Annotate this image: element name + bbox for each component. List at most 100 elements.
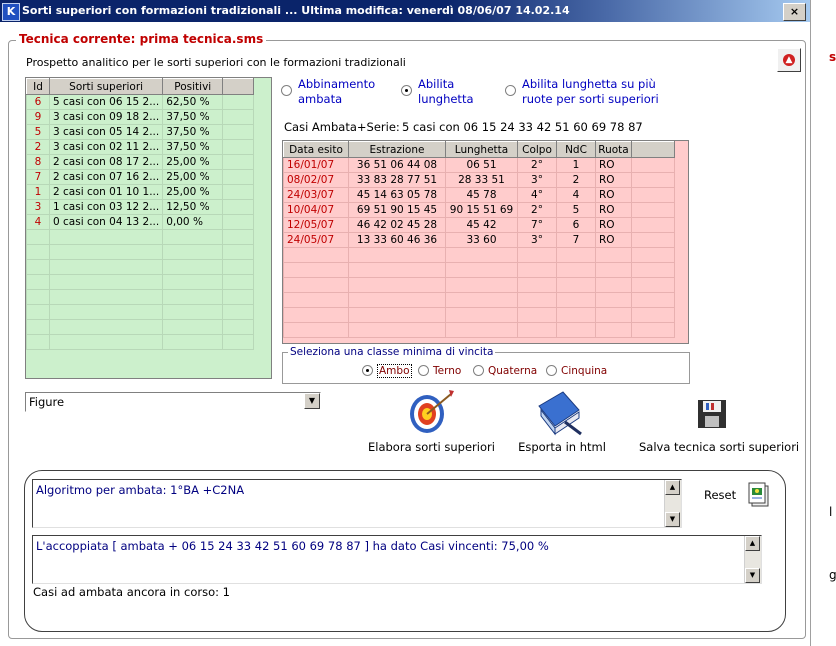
chevron-down-icon[interactable]: ▼ [304,393,320,409]
reset-label[interactable]: Reset [704,488,736,502]
table-row[interactable]: 12/05/07 46 42 02 45 28 45 42 7° 6 RO [283,217,675,233]
table-row[interactable]: 24/05/07 13 33 60 46 36 33 60 3° 7 RO [283,232,675,248]
table-row[interactable]: 93 casi con 09 18 2... 37,50 % [26,109,255,125]
cell-ndc [556,262,596,278]
table-row[interactable] [26,334,255,350]
cell-blank [222,154,255,170]
reset-button[interactable] [746,480,770,508]
table-row[interactable] [26,304,255,320]
esiti-grid[interactable]: Data esito Estrazione Lunghetta Colpo Nd… [282,140,689,344]
label-cinquina[interactable]: Cinquina [561,365,607,377]
radio-cinquina[interactable] [546,365,557,376]
label-abbinamento[interactable]: Abbinamento ambata [298,77,388,107]
col-header-positivi[interactable]: Positivi [162,78,224,95]
col-header-colpo[interactable]: Colpo [517,141,557,158]
label-ambo[interactable]: Ambo [377,364,412,378]
salva-button[interactable] [696,398,728,430]
esporta-label[interactable]: Esporta in html [518,440,606,454]
close-button[interactable]: × [783,3,806,21]
col-header-estrazione[interactable]: Estrazione [348,141,446,158]
salva-label[interactable]: Salva tecnica sorti superiori [639,440,799,454]
accoppiata-memo[interactable]: L'accoppiata [ ambata + 06 15 24 33 42 5… [32,535,762,584]
table-row[interactable] [283,247,675,263]
table-row[interactable] [283,262,675,278]
table-row[interactable] [26,289,255,305]
elabora-button[interactable] [405,388,455,438]
cell-blank [222,214,255,230]
col-header-ndc[interactable]: NdC [556,141,596,158]
cell-sorti: 2 casi con 07 16 2... [48,169,164,185]
radio-lunghetta[interactable] [401,85,412,96]
algoritmo-scrollbar[interactable]: ▲ ▼ [664,480,681,527]
cell-id [26,229,50,245]
col-header-lunghetta[interactable]: Lunghetta [445,141,518,158]
label-lunghetta[interactable]: Abilita lunghetta [418,77,478,107]
table-row[interactable] [283,292,675,308]
cell-ruota: RO [595,157,632,173]
esporta-button[interactable] [535,388,585,438]
cell-colpo [517,262,557,278]
table-row[interactable] [26,259,255,275]
label-terno[interactable]: Terno [433,365,461,377]
radio-terno[interactable] [418,365,429,376]
table-row[interactable] [26,274,255,290]
scroll-down-icon[interactable]: ▼ [745,568,760,583]
table-row[interactable] [283,277,675,293]
cell-positivi: 37,50 % [162,109,224,125]
cell-sorti [48,244,164,260]
col-header-data[interactable]: Data esito [283,141,349,158]
elabora-label[interactable]: Elabora sorti superiori [368,440,495,454]
cell-ruota: RO [595,217,632,233]
table-row[interactable] [26,319,255,335]
table-row[interactable]: 10/04/07 69 51 90 15 45 90 15 51 69 2° 5 RO [283,202,675,218]
cell-id: 6 [26,94,50,110]
table-row[interactable]: 23 casi con 02 11 2... 37,50 % [26,139,255,155]
cell-data [283,277,349,293]
col-header-ruota[interactable]: Ruota [595,141,632,158]
table-row[interactable]: 40 casi con 04 13 2... 0,00 % [26,214,255,230]
scroll-up-icon[interactable]: ▲ [665,480,680,495]
figure-select[interactable]: Figure ▼ [25,392,321,412]
cell-colpo [517,247,557,263]
cell-blank [631,262,675,278]
radio-quaterna[interactable] [473,365,484,376]
casi-label: Casi Ambata+Serie: [284,120,400,134]
cell-ruota [595,322,632,338]
grid-header-row: Data esito Estrazione Lunghetta Colpo Nd… [283,141,675,158]
col-header-sorti[interactable]: Sorti superiori [48,78,164,95]
table-row[interactable] [283,322,675,338]
cell-estrazione [348,322,446,338]
collapse-button[interactable]: ▲ [777,48,801,72]
grid-header-row: Id Sorti superiori Positivi [26,78,255,95]
accoppiata-scrollbar[interactable]: ▲ ▼ [744,536,761,583]
scroll-down-icon[interactable]: ▼ [665,512,680,527]
label-quaterna[interactable]: Quaterna [488,365,537,377]
table-row[interactable]: 08/02/07 33 83 28 77 51 28 33 51 3° 2 RO [283,172,675,188]
table-row[interactable] [26,229,255,245]
label-lunghetta-piu[interactable]: Abilita lunghetta su più ruote per sorti… [522,77,672,107]
sorti-grid[interactable]: Id Sorti superiori Positivi 65 casi con … [25,77,272,379]
cell-data [283,262,349,278]
table-row[interactable]: 12 casi con 01 10 1... 25,00 % [26,184,255,200]
table-row[interactable]: 82 casi con 08 17 2... 25,00 % [26,154,255,170]
cell-sorti [48,304,164,320]
table-row[interactable]: 31 casi con 03 12 2... 12,50 % [26,199,255,215]
radio-lunghetta-piu[interactable] [505,85,516,96]
table-row[interactable] [283,307,675,323]
table-row[interactable] [26,244,255,260]
cell-positivi [162,289,224,305]
table-row[interactable]: 72 casi con 07 16 2... 25,00 % [26,169,255,185]
table-row[interactable]: 16/01/07 36 51 06 44 08 06 51 2° 1 RO [283,157,675,173]
cell-sorti: 0 casi con 04 13 2... [48,214,164,230]
cell-id: 4 [26,214,50,230]
algoritmo-memo[interactable]: Algoritmo per ambata: 1°BA +C2NA ▲ ▼ [32,479,682,528]
table-row[interactable]: 53 casi con 05 14 2... 37,50 % [26,124,255,140]
casi-value: 5 casi con 06 15 24 33 42 51 60 69 78 87 [402,120,643,134]
table-row[interactable]: 65 casi con 06 15 2... 62,50 % [26,94,255,110]
col-header-id[interactable]: Id [26,78,50,95]
radio-ambo[interactable] [362,365,373,376]
scroll-up-icon[interactable]: ▲ [745,536,760,551]
table-row[interactable]: 24/03/07 45 14 63 05 78 45 78 4° 4 RO [283,187,675,203]
radio-abbinamento[interactable] [281,85,292,96]
cell-estrazione [348,262,446,278]
